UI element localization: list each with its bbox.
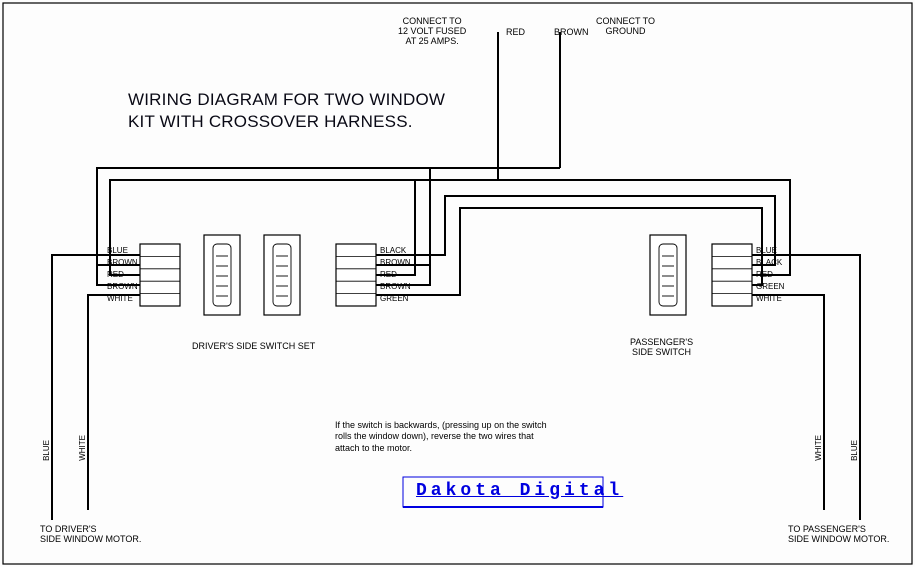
driver-pin-2: BROWN bbox=[107, 259, 138, 267]
label-to-driver-motor: TO DRIVER'S SIDE WINDOW MOTOR. bbox=[40, 525, 141, 545]
passenger-pin-3: RED bbox=[756, 271, 773, 279]
label-red-wire: RED bbox=[506, 28, 525, 38]
diagram-title-line1: WIRING DIAGRAM FOR TWO WINDOW bbox=[128, 90, 445, 110]
passenger-motor-wire-blue: BLUE bbox=[850, 440, 859, 461]
passenger-pin-4: GREEN bbox=[756, 283, 784, 291]
driver-pin-3: RED bbox=[107, 271, 124, 279]
passenger-pin-1: BLUE bbox=[756, 247, 777, 255]
center-pin-3: RED bbox=[380, 271, 397, 279]
center-pin-4: BROWN bbox=[380, 283, 411, 291]
center-pin-2: BROWN bbox=[380, 259, 411, 267]
driver-pin-1: BLUE bbox=[107, 247, 128, 255]
passenger-pin-2: BLACK bbox=[756, 259, 782, 267]
passenger-pin-5: WHITE bbox=[756, 295, 782, 303]
label-driver-switch-set: DRIVER'S SIDE SWITCH SET bbox=[192, 342, 315, 352]
driver-motor-wire-white: WHITE bbox=[78, 435, 87, 461]
label-brown-wire: BROWN bbox=[554, 28, 589, 38]
label-to-passenger-motor: TO PASSENGER'S SIDE WINDOW MOTOR. bbox=[788, 525, 889, 545]
label-passenger-switch: PASSENGER'S SIDE SWITCH bbox=[630, 338, 693, 358]
reverse-wires-note: If the switch is backwards, (pressing up… bbox=[335, 420, 555, 454]
center-pin-5: GREEN bbox=[380, 295, 408, 303]
passenger-motor-wire-white: WHITE bbox=[814, 435, 823, 461]
driver-pin-4: BROWN bbox=[107, 283, 138, 291]
center-pin-1: BLACK bbox=[380, 247, 406, 255]
label-ground: CONNECT TO GROUND bbox=[596, 17, 655, 37]
diagram-title-line2: KIT WITH CROSSOVER HARNESS. bbox=[128, 112, 413, 132]
label-12v-fused: CONNECT TO 12 VOLT FUSED AT 25 AMPS. bbox=[398, 17, 466, 47]
brand-dakota-digital: Dakota Digital bbox=[416, 481, 623, 501]
driver-pin-5: WHITE bbox=[107, 295, 133, 303]
driver-motor-wire-blue: BLUE bbox=[42, 440, 51, 461]
